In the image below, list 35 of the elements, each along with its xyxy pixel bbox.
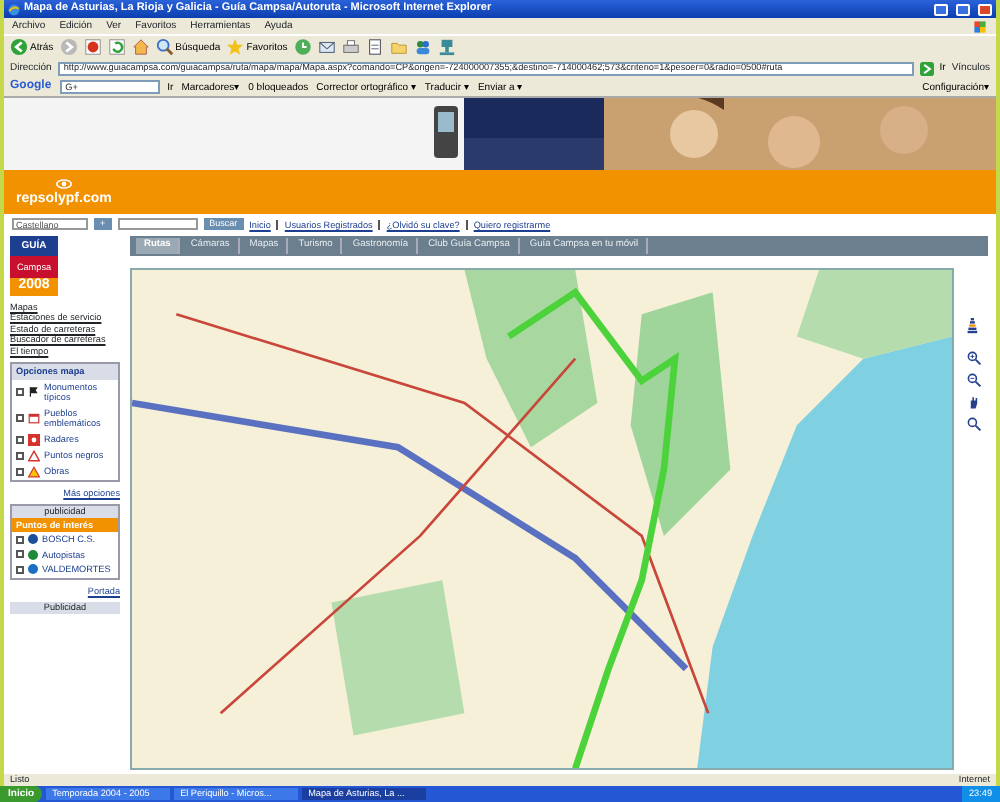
checkbox[interactable] [16,414,24,423]
go-icon [919,61,934,75]
checkbox[interactable] [16,550,24,559]
network-icon[interactable] [437,38,456,56]
printer-icon[interactable] [341,38,360,56]
home-icon[interactable] [131,38,150,56]
document-icon[interactable] [365,38,384,56]
search-icon[interactable] [966,415,982,432]
checkbox[interactable] [16,451,24,460]
close-button[interactable] [978,3,992,15]
warning-icon [28,449,40,462]
zoom-in-icon[interactable] [966,349,982,366]
roadworks-icon [28,465,40,478]
zoom-out-icon[interactable] [966,371,982,388]
mail-icon[interactable] [317,38,336,56]
hand-icon[interactable] [966,393,982,410]
maximize-button[interactable] [956,3,970,15]
checkbox[interactable] [16,535,24,544]
search-icon [155,38,174,56]
browser-icon [8,3,20,15]
windows-logo-icon [972,19,988,33]
checkbox[interactable] [16,467,24,476]
search-field[interactable] [117,218,198,231]
minimize-button[interactable] [934,3,948,15]
checkbox[interactable] [16,435,24,444]
stop-icon[interactable] [83,38,102,56]
checkbox[interactable] [16,388,24,397]
history-icon[interactable] [293,38,312,56]
checkbox[interactable] [16,565,24,574]
refresh-icon[interactable] [107,38,126,56]
people-icon[interactable] [413,38,432,56]
star-icon [226,38,245,56]
calendar-icon [28,412,40,425]
radar-icon [28,433,40,446]
flag-icon [28,386,40,399]
